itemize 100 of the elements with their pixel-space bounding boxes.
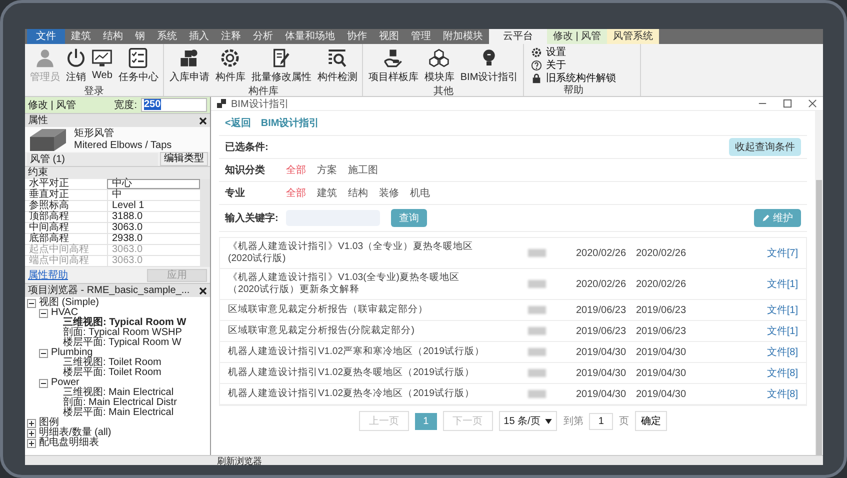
tree-item[interactable]: 楼层平面: Toilet Room	[63, 368, 162, 378]
ribbon-tab[interactable]: 风管系统	[607, 29, 660, 44]
menu-button[interactable]: 关于	[527, 59, 620, 72]
tree-item[interactable]: Power	[51, 378, 80, 388]
tree-item[interactable]: 三维视图: Main Electrical	[63, 388, 174, 398]
tree-item[interactable]: 楼层平面: Typical Room W	[63, 338, 182, 348]
back-link[interactable]: <返回	[225, 116, 251, 130]
property-value[interactable]: 2938.0	[107, 234, 200, 244]
tree-item[interactable]: 三维视图: Typical Room W	[63, 318, 186, 328]
filter-option[interactable]: 结构	[348, 186, 368, 200]
filter-option[interactable]: 方案	[317, 163, 337, 177]
maximize-icon[interactable]	[783, 99, 792, 108]
document-title: 机器人建造设计指引V1.02夏热冬暖地区（2019试行版）	[228, 367, 476, 379]
width-field[interactable]: 250	[141, 98, 207, 112]
tree-item[interactable]: HVAC	[51, 308, 78, 318]
ribbon-tab[interactable]: 钢	[129, 29, 151, 44]
ribbon-button[interactable]: BIM设计指引	[458, 46, 520, 86]
ribbon-tab[interactable]: 附加模块	[437, 29, 489, 44]
filter-option[interactable]: 全部	[286, 186, 306, 200]
window-title: BIM设计指引	[231, 98, 290, 110]
ribbon-button[interactable]: 任务中心	[116, 46, 160, 86]
ribbon-tab[interactable]: 结构	[97, 29, 129, 44]
user-icon	[35, 48, 55, 68]
conditions-label: 已选条件:	[225, 140, 270, 154]
close-icon[interactable]	[199, 116, 207, 124]
table-cell-text: 2019/06/23	[576, 304, 628, 316]
instance-dropdown[interactable]: 风管 (1)	[27, 152, 158, 166]
files-link[interactable]: 文件[1]	[766, 303, 798, 317]
ribbon-tab[interactable]: 分析	[247, 29, 279, 44]
expand-icon[interactable]	[27, 428, 36, 438]
ribbon-tab[interactable]: 系统	[151, 29, 183, 44]
property-value[interactable]: Level 1	[107, 201, 200, 211]
tree-item[interactable]: 三维视图: Toilet Room	[63, 358, 162, 368]
edit-type-button[interactable]: 编辑类型	[160, 152, 208, 166]
redacted-name	[528, 327, 546, 335]
property-value[interactable]: 3063.0	[107, 223, 200, 233]
tree-item[interactable]: 剖面: Typical Room WSHP	[63, 328, 182, 338]
tree-item[interactable]: 视图 (Simple)	[39, 298, 100, 308]
tree-item[interactable]: 明细表/数量 (all)	[39, 428, 112, 438]
ribbon-button[interactable]: 批量修改属性	[249, 46, 314, 86]
keyword-label: 输入关键字:	[225, 211, 275, 225]
scrollbar[interactable]	[815, 111, 823, 455]
ribbon-button[interactable]: 项目样板库	[366, 46, 420, 86]
power-icon	[66, 48, 86, 68]
help-link[interactable]: 属性帮助	[28, 268, 68, 282]
property-value[interactable]: 中	[107, 190, 200, 200]
collapse-icon[interactable]	[39, 378, 48, 388]
document-edit-icon	[271, 48, 292, 68]
files-link[interactable]: 文件[8]	[766, 387, 798, 401]
page-unit-label: 页	[618, 415, 629, 428]
tree-item[interactable]: 剖面: Main Electrical Distr	[63, 398, 177, 408]
collapse-icon[interactable]	[39, 308, 48, 318]
ribbon-tab[interactable]: 修改 | 风管	[547, 29, 608, 44]
files-link[interactable]: 文件[1]	[766, 277, 798, 291]
filter-option[interactable]: 装修	[379, 186, 399, 200]
confirm-button[interactable]: 确定	[634, 411, 667, 431]
ribbon-tab[interactable]: 视图	[373, 29, 405, 44]
tree-item[interactable]: 楼层平面: Main Electrical	[63, 408, 174, 418]
checklist-icon	[128, 48, 148, 68]
expand-icon[interactable]	[27, 418, 36, 428]
ribbon-tab[interactable]: 插入	[183, 29, 215, 44]
expand-icon[interactable]	[27, 438, 36, 448]
filter-option[interactable]: 建筑	[317, 186, 337, 200]
ribbon-tab[interactable]: 协作	[341, 29, 373, 44]
ribbon-tab[interactable]: 注释	[215, 29, 247, 44]
files-link[interactable]: 文件[7]	[766, 246, 798, 260]
tree-item[interactable]: 配电盘明细表	[39, 438, 99, 448]
ribbon-button[interactable]: 构件检测	[315, 46, 360, 86]
close-icon[interactable]	[808, 99, 817, 108]
files-link[interactable]: 文件[1]	[766, 324, 798, 338]
ribbon-tab[interactable]: 云平台	[489, 29, 547, 44]
ribbon-button[interactable]: Web	[90, 46, 114, 86]
table-cell-text: 2020/02/26	[576, 278, 628, 290]
ribbon-button[interactable]: 模块库	[422, 46, 456, 86]
filter-option[interactable]: 机电	[410, 186, 430, 200]
files-link[interactable]: 文件[8]	[766, 366, 798, 380]
menu-button[interactable]: 设置	[527, 46, 620, 59]
ribbon-button[interactable]: 构件库	[213, 46, 248, 86]
panel-title: 属性	[28, 114, 48, 127]
ribbon-button[interactable]: 注销	[64, 46, 88, 86]
collapse-icon[interactable]	[39, 348, 48, 358]
ribbon-tab[interactable]: 文件	[27, 29, 65, 44]
collapse-icon[interactable]	[27, 298, 36, 308]
ribbon-tab[interactable]: 建筑	[65, 29, 97, 44]
ribbon-tab[interactable]: 管理	[405, 29, 437, 44]
table-cell-text: 2019/06/23	[636, 326, 688, 336]
collapse-button[interactable]: 收起查询条件	[729, 138, 801, 156]
filter-option[interactable]: 施工图	[348, 163, 378, 177]
tree-item[interactable]: Plumbing	[51, 348, 93, 358]
ribbon-button[interactable]: 入库申请	[167, 46, 212, 86]
ribbon-tab[interactable]: 体量和场地	[279, 29, 341, 44]
page-size-dropdown[interactable]: 15 条/页	[498, 411, 558, 431]
page-number-field[interactable]: 1	[589, 412, 613, 430]
tree-item[interactable]: 图例	[39, 418, 59, 428]
menu-button[interactable]: 旧系统构件解锁	[527, 72, 620, 85]
filter-option[interactable]: 全部	[286, 163, 306, 177]
property-value[interactable]: 3188.0	[107, 212, 200, 222]
files-link[interactable]: 文件[8]	[766, 345, 798, 359]
close-icon[interactable]	[199, 286, 207, 294]
table-cell-text: 2020/02/26	[636, 248, 688, 258]
